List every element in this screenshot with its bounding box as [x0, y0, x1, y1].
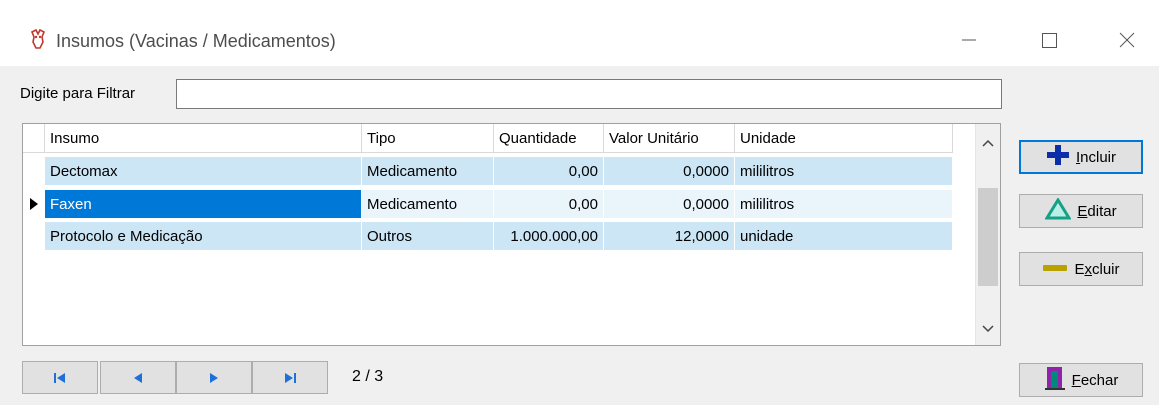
editar-label: Editar — [1077, 202, 1117, 220]
column-header-insumo[interactable]: Insumo — [45, 124, 362, 153]
last-record-icon — [285, 372, 296, 383]
cell-insumo[interactable]: Protocolo e Medicação — [45, 222, 362, 251]
edit-icon — [1044, 197, 1073, 224]
column-header-quantidade[interactable]: Quantidade — [494, 124, 604, 153]
cell-valor-unitario[interactable]: 0,0000 — [604, 190, 735, 219]
table-row[interactable]: Protocolo e Medicação Outros 1.000.000,0… — [23, 222, 978, 251]
header-indicator — [23, 124, 45, 153]
close-icon — [1119, 32, 1135, 48]
scroll-down-icon[interactable] — [980, 322, 996, 336]
cell-insumo[interactable]: Faxen — [45, 190, 362, 219]
fechar-label: Fechar — [1071, 371, 1119, 389]
cell-quantidade[interactable]: 0,00 — [494, 157, 604, 186]
app-icon — [28, 28, 48, 50]
cell-valor-unitario[interactable]: 0,0000 — [604, 157, 735, 186]
maximize-icon — [1042, 33, 1057, 48]
previous-record-button[interactable] — [100, 361, 176, 394]
cell-unidade[interactable]: mililitros — [735, 157, 953, 186]
cell-valor-unitario[interactable]: 12,0000 — [604, 222, 735, 251]
column-header-tipo[interactable]: Tipo — [362, 124, 494, 153]
current-row-indicator-icon — [23, 190, 45, 219]
column-header-unidade[interactable]: Unidade — [735, 124, 953, 153]
filter-label: Digite para Filtrar — [20, 85, 136, 102]
row-indicator — [23, 157, 45, 186]
column-header-valor-unitario[interactable]: Valor Unitário — [604, 124, 735, 153]
first-record-icon — [54, 372, 65, 383]
excluir-label: Excluir — [1074, 260, 1120, 278]
window-title: Insumos (Vacinas / Medicamentos) — [56, 31, 336, 51]
window: Insumos (Vacinas / Medicamentos) Digite … — [0, 0, 1159, 405]
scroll-thumb[interactable] — [978, 188, 998, 286]
insumos-grid[interactable]: Insumo Tipo Quantidade Valor Unitário Un… — [22, 123, 1001, 346]
cell-insumo[interactable]: Dectomax — [45, 157, 362, 186]
incluir-button[interactable]: Incluir — [1019, 140, 1143, 174]
close-button[interactable] — [1103, 20, 1149, 60]
minimize-button[interactable] — [945, 20, 991, 60]
maximize-button[interactable] — [1025, 20, 1071, 60]
excluir-button[interactable]: Excluir — [1019, 252, 1143, 286]
next-record-icon — [210, 372, 218, 383]
fechar-button[interactable]: Fechar — [1019, 363, 1143, 397]
grid-header: Insumo Tipo Quantidade Valor Unitário Un… — [23, 124, 978, 153]
minus-icon — [1042, 261, 1068, 278]
cell-tipo[interactable]: Medicamento — [362, 157, 494, 186]
table-row[interactable]: Faxen Medicamento 0,00 0,0000 mililitros — [23, 190, 978, 219]
vertical-scrollbar[interactable] — [975, 124, 1000, 345]
row-indicator — [23, 222, 45, 251]
record-position: 2 / 3 — [352, 368, 384, 385]
cell-unidade[interactable]: unidade — [735, 222, 953, 251]
previous-record-icon — [134, 372, 142, 383]
plus-icon — [1046, 144, 1070, 170]
next-record-button[interactable] — [176, 361, 252, 394]
minimize-icon — [962, 39, 976, 41]
editar-button[interactable]: Editar — [1019, 194, 1143, 228]
cell-tipo[interactable]: Outros — [362, 222, 494, 251]
cell-unidade[interactable]: mililitros — [735, 190, 953, 219]
title-bar: Insumos (Vacinas / Medicamentos) — [0, 0, 1159, 66]
incluir-label: Incluir — [1075, 148, 1117, 166]
door-exit-icon — [1044, 365, 1066, 395]
scroll-up-icon[interactable] — [980, 136, 996, 150]
filter-input[interactable] — [176, 79, 1002, 109]
cell-quantidade[interactable]: 1.000.000,00 — [494, 222, 604, 251]
cell-quantidade[interactable]: 0,00 — [494, 190, 604, 219]
table-row[interactable]: Dectomax Medicamento 0,00 0,0000 mililit… — [23, 157, 978, 186]
cell-tipo[interactable]: Medicamento — [362, 190, 494, 219]
first-record-button[interactable] — [22, 361, 98, 394]
last-record-button[interactable] — [252, 361, 328, 394]
